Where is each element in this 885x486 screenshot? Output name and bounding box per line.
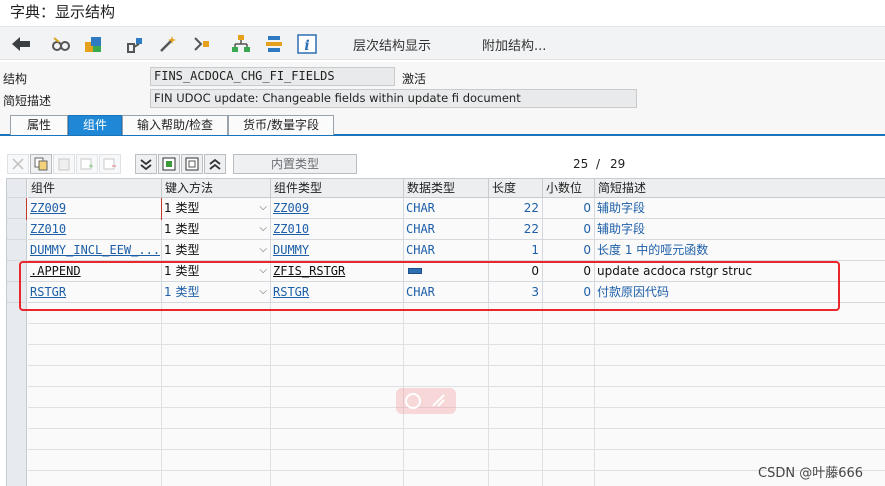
data-type-cell: CHAR xyxy=(404,198,489,219)
length-cell: 22 xyxy=(489,219,543,240)
empty-rows-area xyxy=(28,303,885,486)
glasses-icon[interactable] xyxy=(50,33,72,55)
column-header-component[interactable]: 组件 xyxy=(28,179,162,198)
short-desc-cell: 辅助字段 xyxy=(595,198,885,219)
header-row-selector xyxy=(7,179,27,198)
column-header-short-desc[interactable]: 简短描述 xyxy=(595,179,885,198)
row-selector[interactable] xyxy=(7,198,27,219)
tab-input-help[interactable]: 输入帮助/检查 xyxy=(122,115,228,135)
hierarchy-icon[interactable] xyxy=(190,33,212,55)
svg-text:i: i xyxy=(304,38,309,54)
row-selector[interactable] xyxy=(7,240,27,261)
component-type-cell[interactable]: ZZ009 xyxy=(271,198,404,219)
short-desc-cell: 辅助字段 xyxy=(595,219,885,240)
header-section: 结构 FINS_ACDOCA_CHG_FI_FIELDS 激活 简短描述 FIN… xyxy=(0,62,885,114)
chevron-down-icon[interactable]: ⌵ xyxy=(259,198,267,218)
copy-icon[interactable] xyxy=(30,154,52,174)
empty-row-selectors xyxy=(7,303,27,486)
short-desc-label: 简短描述 xyxy=(3,94,52,108)
short-desc-field[interactable]: FIN UDOC update: Changeable fields withi… xyxy=(150,89,637,108)
decimals-cell: 0 xyxy=(543,219,595,240)
delete-row-icon[interactable] xyxy=(99,154,121,174)
component-link[interactable]: DUMMY_INCL_EEW_... xyxy=(30,243,160,257)
decimals-cell: 0 xyxy=(543,240,595,261)
typing-method-value: 1 类型 xyxy=(164,243,200,257)
application-toolbar: i 层次结构显示 附加结构... xyxy=(0,26,885,60)
row-counter-separator: / xyxy=(596,157,601,171)
component-link[interactable]: ZZ010 xyxy=(30,222,66,236)
typing-method-select[interactable]: 1 类型 ⌵ xyxy=(162,240,271,261)
data-type-cell: CHAR xyxy=(404,219,489,240)
collapse-up-icon[interactable] xyxy=(204,154,226,174)
window-title: 字典：显示结构 xyxy=(10,3,116,21)
typing-method-select[interactable]: 1 类型 ⌵ xyxy=(162,219,271,240)
table-row[interactable]: ZZ010 xyxy=(28,219,162,240)
hierarchy-display-button[interactable]: 层次结构显示 xyxy=(353,35,431,54)
length-cell: 1 xyxy=(489,240,543,261)
column-header-data-type[interactable]: 数据类型 xyxy=(404,179,489,198)
tab-strip: 属性 组件 输入帮助/检查 货币/数量字段 xyxy=(0,114,885,136)
column-header-component-type[interactable]: 组件类型 xyxy=(271,179,404,198)
row-selector[interactable] xyxy=(7,219,27,240)
select-all-icon[interactable] xyxy=(158,154,180,174)
tab-attributes[interactable]: 属性 xyxy=(10,115,68,135)
append-structure-button[interactable]: 附加结构... xyxy=(482,35,546,54)
data-type-cell: CHAR xyxy=(404,240,489,261)
row-counter-total: 29 xyxy=(610,157,626,171)
table-toolbar: 内置类型 25 / 29 xyxy=(0,150,885,178)
component-type-link[interactable]: ZZ009 xyxy=(273,201,309,215)
credit-text: CSDN @叶藤666 xyxy=(758,466,864,481)
deselect-all-icon[interactable] xyxy=(181,154,203,174)
typing-method-value: 1 类型 xyxy=(164,222,200,236)
back-arrow-icon[interactable] xyxy=(10,33,32,55)
column-header-typing-method[interactable]: 键入方法 xyxy=(162,179,271,198)
typing-method-select[interactable]: 1 类型 ⌵ xyxy=(162,198,271,219)
structure-label: 结构 xyxy=(3,72,28,86)
chevron-down-icon[interactable]: ⌵ xyxy=(259,219,267,239)
column-header-length[interactable]: 长度 xyxy=(489,179,543,198)
magic-wand-icon[interactable] xyxy=(157,33,179,55)
component-type-cell[interactable]: ZZ010 xyxy=(271,219,404,240)
tab-currency-fields[interactable]: 货币/数量字段 xyxy=(228,115,334,135)
highlight-annotation xyxy=(19,261,840,311)
stack-icon[interactable] xyxy=(263,33,285,55)
status-text: 激活 xyxy=(402,72,427,86)
builtin-type-button[interactable]: 内置类型 xyxy=(233,154,357,174)
column-header-decimals[interactable]: 小数位 xyxy=(543,179,595,198)
tab-components[interactable]: 组件 xyxy=(68,115,122,135)
info-icon[interactable]: i xyxy=(296,33,318,55)
org-chart-icon[interactable] xyxy=(230,33,252,55)
row-counter-current: 25 xyxy=(573,157,589,171)
table-row[interactable]: DUMMY_INCL_EEW_... xyxy=(28,240,162,261)
focus-marker xyxy=(26,198,162,220)
components-table: 组件 键入方法 组件类型 数据类型 长度 小数位 简短描述 ZZ009 1 类型… xyxy=(6,178,885,486)
tree-icon[interactable] xyxy=(124,33,146,55)
typing-method-value: 1 类型 xyxy=(164,201,200,215)
component-type-cell[interactable]: DUMMY xyxy=(271,240,404,261)
expand-down-icon[interactable] xyxy=(135,154,157,174)
cut-icon[interactable] xyxy=(7,154,29,174)
chevron-down-icon[interactable]: ⌵ xyxy=(259,240,267,260)
insert-row-icon[interactable] xyxy=(76,154,98,174)
structure-name-field[interactable]: FINS_ACDOCA_CHG_FI_FIELDS xyxy=(150,67,395,86)
short-desc-cell: 长度 1 中的哑元函数 xyxy=(595,240,885,261)
object-list-icon[interactable] xyxy=(82,33,104,55)
length-cell: 22 xyxy=(489,198,543,219)
component-type-link[interactable]: ZZ010 xyxy=(273,222,309,236)
ai-watermark-icon xyxy=(396,388,456,414)
paste-icon[interactable] xyxy=(53,154,75,174)
component-type-link[interactable]: DUMMY xyxy=(273,243,309,257)
title-bar: 字典：显示结构 xyxy=(0,0,885,24)
decimals-cell: 0 xyxy=(543,198,595,219)
